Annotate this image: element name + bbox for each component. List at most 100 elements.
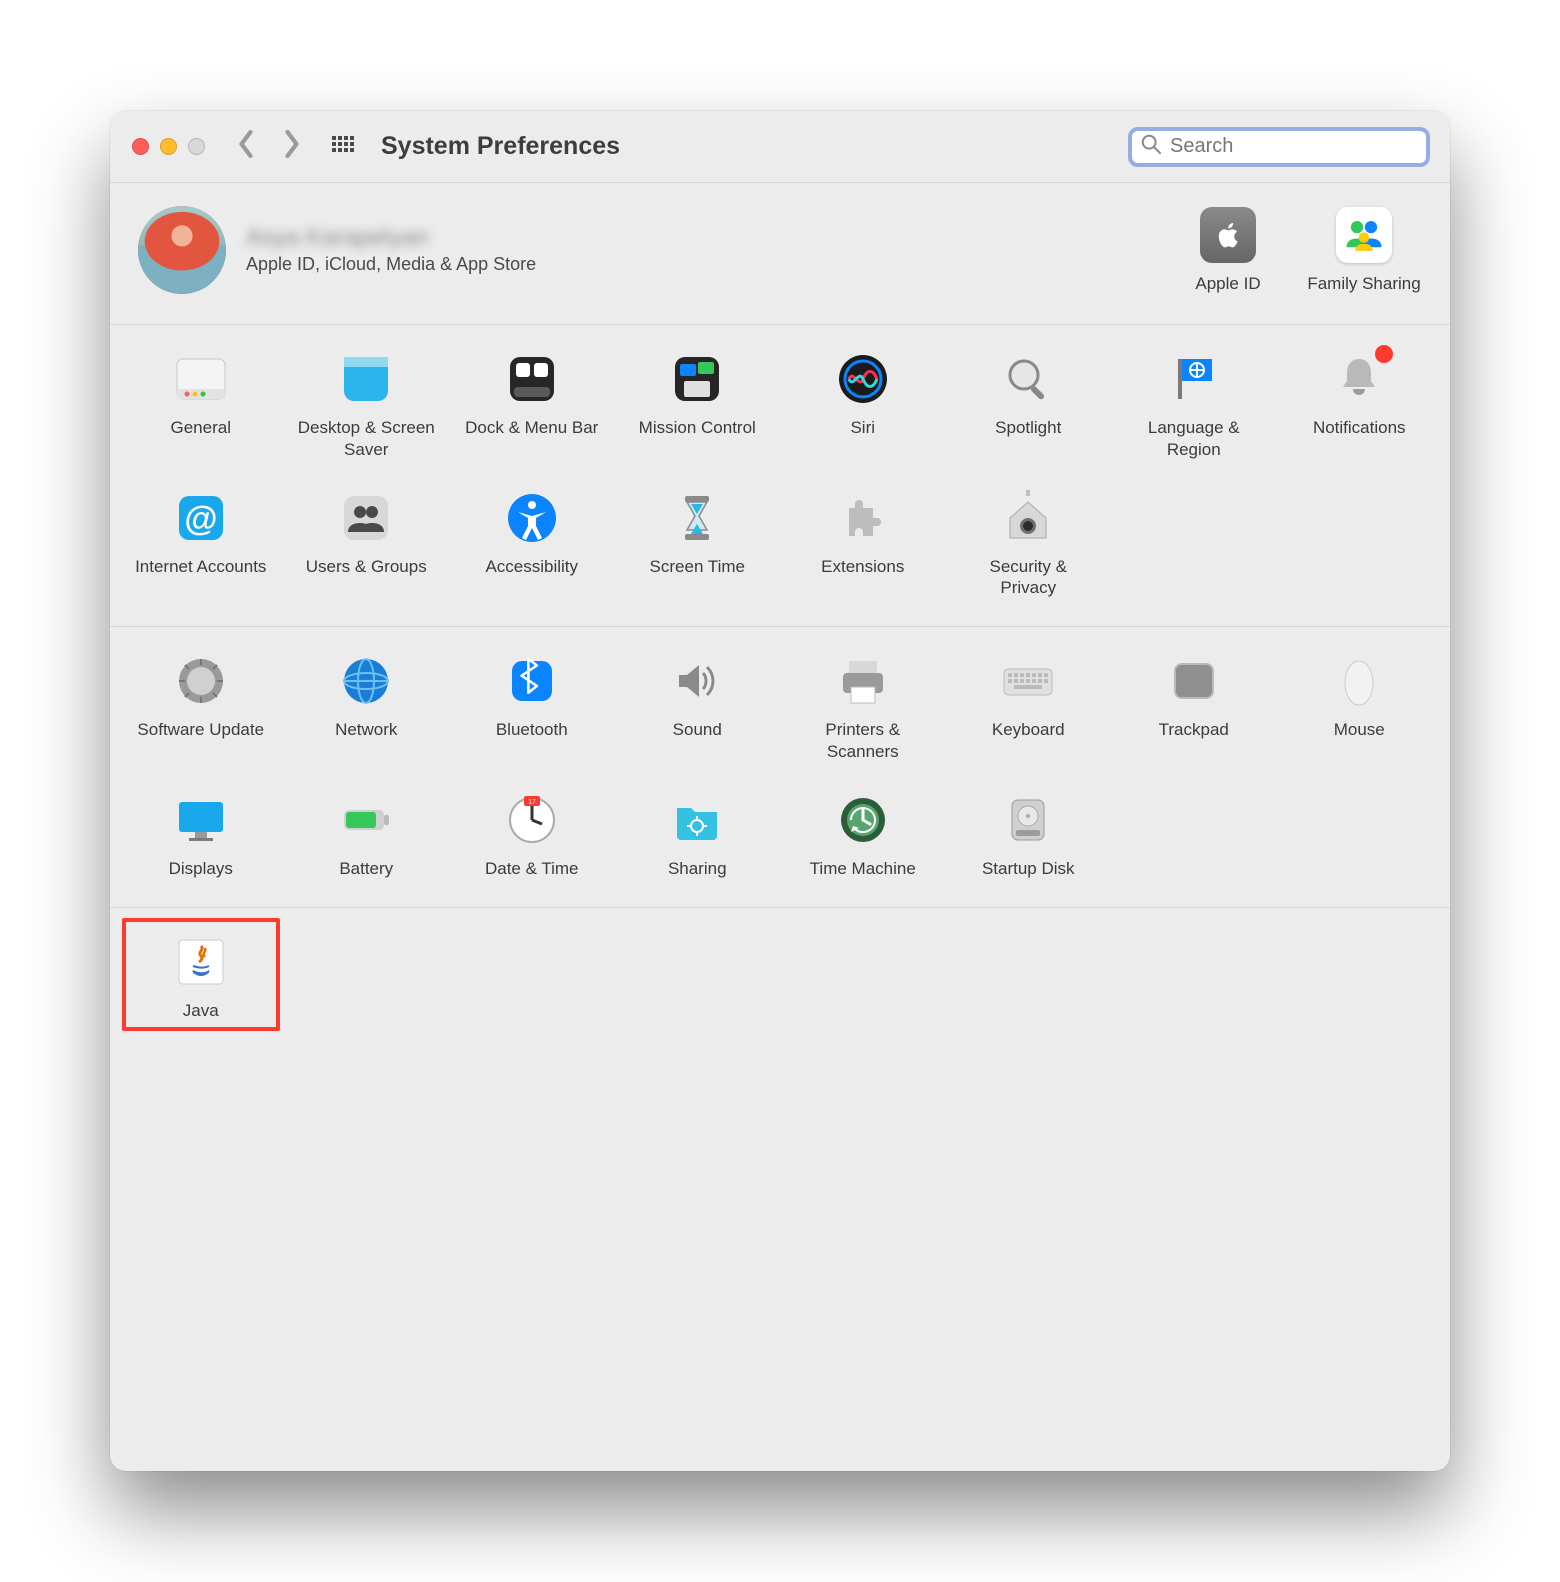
pref-mission-control[interactable]: Mission Control: [629, 349, 767, 460]
pref-battery[interactable]: Battery: [298, 790, 436, 879]
apple-id-pref[interactable]: Apple ID: [1170, 205, 1286, 294]
pref-desktop-screensaver[interactable]: Desktop & Screen Saver: [298, 349, 436, 460]
mission-control-icon: [667, 349, 727, 409]
printer-icon: [833, 651, 893, 711]
at-sign-icon: [171, 488, 231, 548]
pref-row: Internet Accounts Users & Groups Accessibi…: [132, 488, 1428, 599]
pref-label: Displays: [169, 858, 233, 879]
pref-label: Sound: [673, 719, 722, 740]
pref-sharing[interactable]: Sharing: [629, 790, 767, 879]
pref-label: Internet Accounts: [135, 556, 266, 577]
family-sharing-label: Family Sharing: [1307, 273, 1420, 294]
globe-icon: [336, 651, 396, 711]
keyboard-icon: [998, 651, 1058, 711]
pref-date-time[interactable]: Date & Time: [463, 790, 601, 879]
family-icon: [1334, 205, 1394, 265]
pref-sound[interactable]: Sound: [629, 651, 767, 762]
pref-time-machine[interactable]: Time Machine: [794, 790, 932, 879]
account-row: Asya Karapetyan Apple ID, iCloud, Media …: [110, 183, 1450, 325]
pref-label: Battery: [339, 858, 393, 879]
pref-label: Accessibility: [485, 556, 578, 577]
puzzle-icon: [833, 488, 893, 548]
pref-notifications[interactable]: Notifications: [1291, 349, 1429, 460]
magnifier-icon: [998, 349, 1058, 409]
mouse-icon: [1329, 651, 1389, 711]
zoom-button[interactable]: [188, 138, 205, 155]
pref-label: Users & Groups: [306, 556, 427, 577]
pref-label: Startup Disk: [982, 858, 1075, 879]
desktop-icon: [336, 349, 396, 409]
battery-icon: [336, 790, 396, 850]
minimize-button[interactable]: [160, 138, 177, 155]
pref-label: Keyboard: [992, 719, 1065, 740]
pref-bluetooth[interactable]: Bluetooth: [463, 651, 601, 762]
window-controls: [132, 138, 205, 155]
account-name: Asya Karapetyan: [246, 224, 536, 252]
pref-startup-disk[interactable]: Startup Disk: [960, 790, 1098, 879]
close-button[interactable]: [132, 138, 149, 155]
pref-label: Notifications: [1313, 417, 1406, 438]
pref-software-update[interactable]: Software Update: [132, 651, 270, 762]
pref-label: Extensions: [821, 556, 904, 577]
users-icon: [336, 488, 396, 548]
pref-language-region[interactable]: Language & Region: [1125, 349, 1263, 460]
pref-general[interactable]: General: [132, 349, 270, 460]
trackpad-icon: [1164, 651, 1224, 711]
bluetooth-icon: [502, 651, 562, 711]
pref-label: Screen Time: [650, 556, 745, 577]
pref-section: General Desktop & Screen Saver Dock & Menu…: [110, 325, 1450, 627]
search-input[interactable]: [1170, 135, 1418, 158]
flag-icon: [1164, 349, 1224, 409]
pref-label: Desktop & Screen Saver: [298, 417, 436, 460]
pref-displays[interactable]: Displays: [132, 790, 270, 879]
pref-network[interactable]: Network: [298, 651, 436, 762]
siri-icon: [833, 349, 893, 409]
pref-label: General: [171, 417, 231, 438]
folder-icon: [667, 790, 727, 850]
pref-row: Java: [132, 932, 1428, 1021]
pref-extensions[interactable]: Extensions: [794, 488, 932, 599]
user-avatar[interactable]: [138, 206, 226, 294]
pref-siri[interactable]: Siri: [794, 349, 932, 460]
back-button[interactable]: [235, 129, 257, 164]
pref-label: Mission Control: [639, 417, 756, 438]
pref-java[interactable]: Java: [122, 918, 280, 1031]
pref-row: General Desktop & Screen Saver Dock & Menu…: [132, 349, 1428, 460]
family-sharing-pref[interactable]: Family Sharing: [1306, 205, 1422, 294]
display-icon: [171, 790, 231, 850]
pref-internet-accounts[interactable]: Internet Accounts: [132, 488, 270, 599]
pref-dock-menubar[interactable]: Dock & Menu Bar: [463, 349, 601, 460]
pref-label: Mouse: [1334, 719, 1385, 740]
general-icon: [171, 349, 231, 409]
system-preferences-window: System Preferences Asya Karapetyan Apple…: [110, 111, 1450, 1471]
pref-label: Date & Time: [485, 858, 579, 879]
pref-mouse[interactable]: Mouse: [1291, 651, 1429, 762]
java-icon: [171, 932, 231, 992]
show-all-button[interactable]: [331, 135, 355, 159]
pref-label: Software Update: [137, 719, 264, 740]
forward-button[interactable]: [281, 129, 303, 164]
pref-security-privacy[interactable]: Security & Privacy: [960, 488, 1098, 599]
pref-row: Displays Battery Date & Time Sharing Time Ma…: [132, 790, 1428, 879]
accessibility-icon: [502, 488, 562, 548]
house-lock-icon: [998, 488, 1058, 548]
pref-section: Java: [110, 908, 1450, 1049]
apple-logo-icon: [1198, 205, 1258, 265]
time-machine-icon: [833, 790, 893, 850]
pref-printers-scanners[interactable]: Printers & Scanners: [794, 651, 932, 762]
pref-screen-time[interactable]: Screen Time: [629, 488, 767, 599]
search-field[interactable]: [1128, 127, 1430, 167]
pref-accessibility[interactable]: Accessibility: [463, 488, 601, 599]
pref-keyboard[interactable]: Keyboard: [960, 651, 1098, 762]
pref-section: Software Update Network Bluetooth Sound Prin…: [110, 627, 1450, 908]
pref-label: Network: [335, 719, 397, 740]
pref-label: Dock & Menu Bar: [465, 417, 598, 438]
pref-spotlight[interactable]: Spotlight: [960, 349, 1098, 460]
search-icon: [1140, 133, 1162, 160]
pref-users-groups[interactable]: Users & Groups: [298, 488, 436, 599]
nav-buttons: [235, 129, 303, 164]
disk-icon: [998, 790, 1058, 850]
gear-icon: [171, 651, 231, 711]
pref-trackpad[interactable]: Trackpad: [1125, 651, 1263, 762]
pref-label: Time Machine: [810, 858, 916, 879]
